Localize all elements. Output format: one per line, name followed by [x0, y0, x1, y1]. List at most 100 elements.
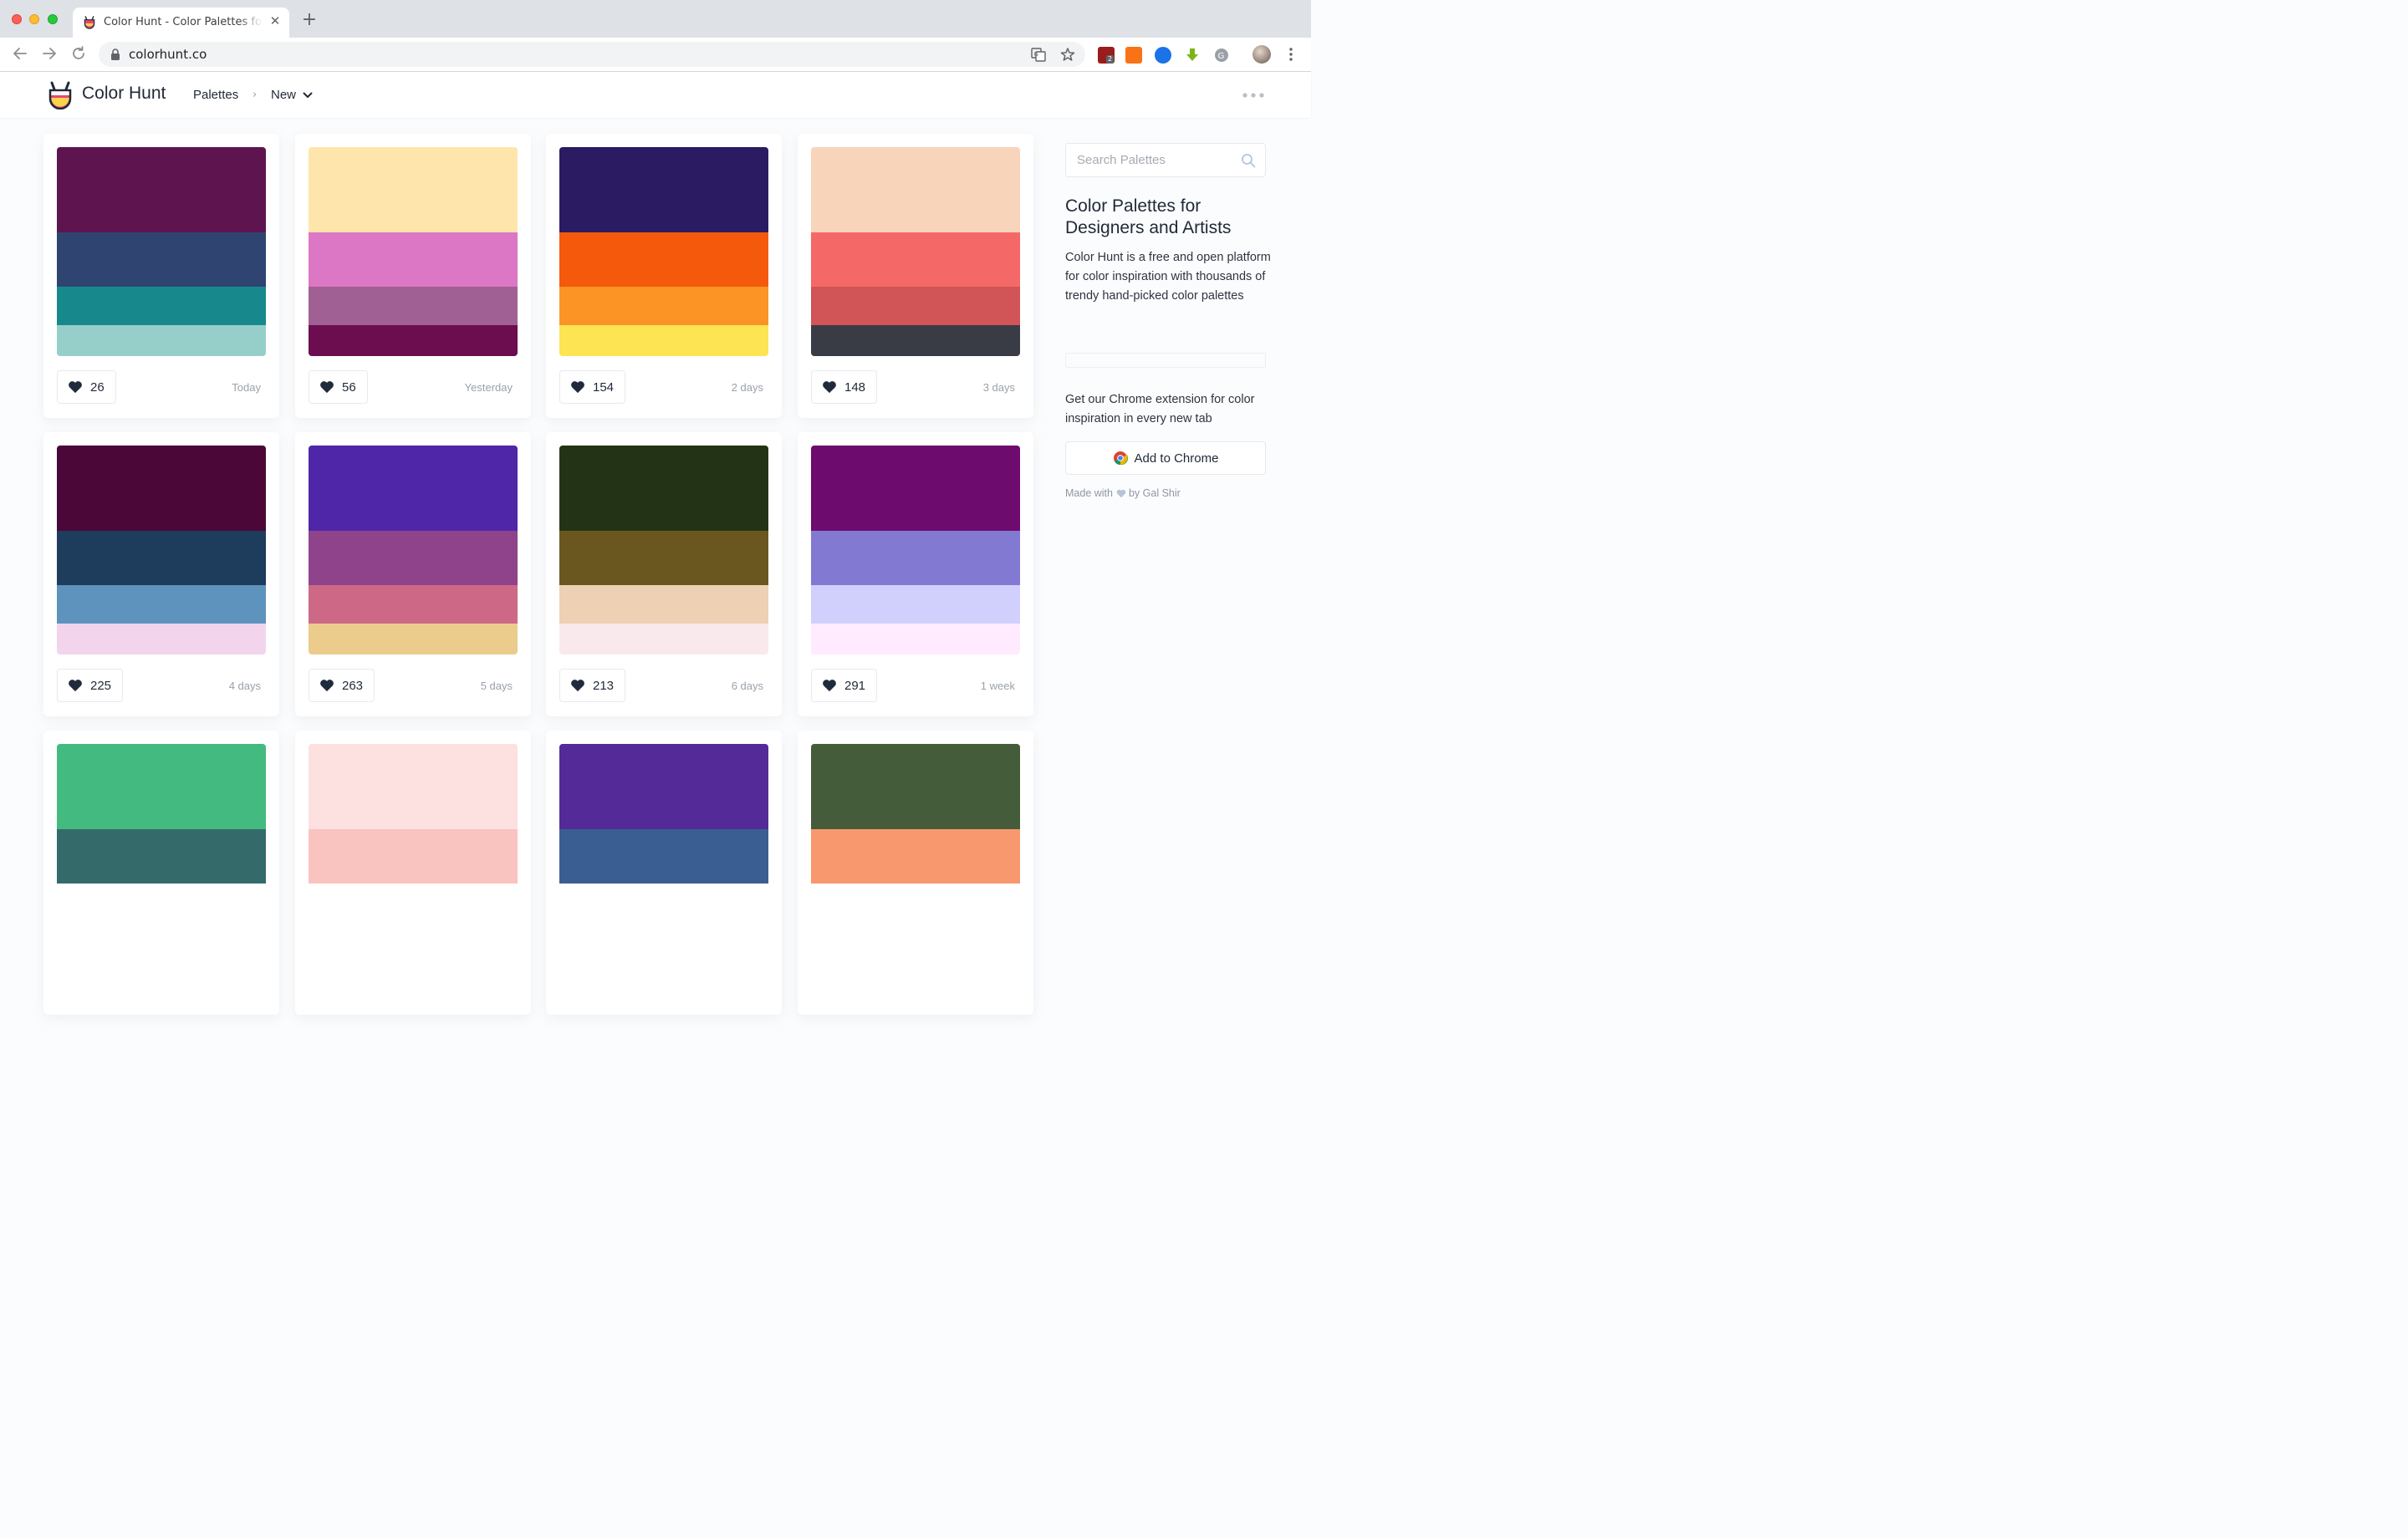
- download-extension-icon[interactable]: [1184, 47, 1201, 64]
- color-swatch[interactable]: [559, 147, 768, 232]
- like-button[interactable]: 291: [811, 669, 878, 702]
- search-icon[interactable]: [1241, 153, 1256, 168]
- chevron-down-icon[interactable]: [303, 92, 313, 99]
- color-swatch[interactable]: [57, 829, 266, 884]
- color-swatch[interactable]: [57, 531, 266, 585]
- colorhunt-logo-icon[interactable]: [47, 81, 74, 109]
- color-swatch[interactable]: [811, 829, 1020, 884]
- color-swatch[interactable]: [57, 446, 266, 531]
- palette-swatches[interactable]: [559, 147, 768, 356]
- color-swatch[interactable]: [811, 147, 1020, 232]
- color-swatch[interactable]: [559, 446, 768, 531]
- more-options-icon[interactable]: [1242, 92, 1265, 99]
- browser-extension-icon[interactable]: [1155, 47, 1171, 64]
- color-swatch[interactable]: [309, 744, 518, 829]
- palette-swatches[interactable]: [559, 744, 768, 953]
- color-swatch[interactable]: [309, 287, 518, 325]
- color-swatch[interactable]: [309, 325, 518, 356]
- window-close-button[interactable]: [12, 14, 22, 24]
- color-swatch[interactable]: [57, 744, 266, 829]
- color-swatch[interactable]: [309, 531, 518, 585]
- color-swatch[interactable]: [309, 232, 518, 287]
- color-swatch[interactable]: [559, 531, 768, 585]
- like-button[interactable]: 148: [811, 370, 878, 404]
- color-swatch[interactable]: [559, 585, 768, 624]
- palette-swatches[interactable]: [309, 147, 518, 356]
- color-swatch[interactable]: [811, 585, 1020, 624]
- palette-card[interactable]: 225 4 days: [43, 432, 279, 716]
- forward-arrow-icon[interactable]: [40, 44, 59, 63]
- color-swatch[interactable]: [811, 531, 1020, 585]
- palette-swatches[interactable]: [57, 147, 266, 356]
- palette-card[interactable]: [546, 731, 782, 1015]
- palette-swatches[interactable]: [309, 744, 518, 953]
- like-button[interactable]: 26: [57, 370, 116, 404]
- color-swatch[interactable]: [309, 446, 518, 531]
- palette-swatches[interactable]: [811, 744, 1020, 953]
- reload-icon[interactable]: [69, 44, 88, 63]
- site-logo-text[interactable]: Color Hunt: [82, 84, 166, 104]
- palette-swatches[interactable]: [811, 446, 1020, 654]
- palette-swatches[interactable]: [811, 147, 1020, 356]
- color-swatch[interactable]: [57, 287, 266, 325]
- color-swatch[interactable]: [57, 232, 266, 287]
- color-swatch[interactable]: [559, 624, 768, 654]
- window-maximize-button[interactable]: [48, 14, 58, 24]
- search-input[interactable]: [1077, 153, 1236, 167]
- bookmark-star-icon[interactable]: [1060, 47, 1075, 62]
- palette-card[interactable]: 56 Yesterday: [295, 134, 531, 418]
- ublock-extension-icon[interactable]: 2: [1098, 47, 1115, 64]
- chrome-menu-icon[interactable]: [1286, 46, 1296, 63]
- color-swatch[interactable]: [811, 624, 1020, 654]
- like-button[interactable]: 263: [309, 669, 375, 702]
- color-swatch[interactable]: [57, 147, 266, 232]
- palette-swatches[interactable]: [57, 446, 266, 654]
- like-button[interactable]: 154: [559, 370, 626, 404]
- color-swatch[interactable]: [309, 147, 518, 232]
- color-swatch[interactable]: [811, 744, 1020, 829]
- palette-swatches[interactable]: [57, 744, 266, 953]
- back-arrow-icon[interactable]: [11, 44, 29, 63]
- color-swatch[interactable]: [309, 585, 518, 624]
- address-bar[interactable]: colorhunt.co G: [99, 42, 1085, 67]
- color-swatch[interactable]: [559, 232, 768, 287]
- palette-card[interactable]: 26 Today: [43, 134, 279, 418]
- color-swatch[interactable]: [811, 232, 1020, 287]
- color-swatch[interactable]: [559, 829, 768, 884]
- grammarly-extension-icon[interactable]: G: [1213, 47, 1230, 64]
- color-swatch[interactable]: [57, 624, 266, 654]
- palette-card[interactable]: [798, 731, 1033, 1015]
- sort-dropdown-new[interactable]: New: [271, 88, 296, 102]
- like-button[interactable]: 56: [309, 370, 368, 404]
- palette-card[interactable]: 154 2 days: [546, 134, 782, 418]
- author-link[interactable]: by Gal Shir: [1129, 487, 1181, 499]
- color-swatch[interactable]: [559, 744, 768, 829]
- tab-close-icon[interactable]: ✕: [268, 14, 282, 28]
- color-swatch[interactable]: [309, 829, 518, 884]
- color-swatch[interactable]: [559, 325, 768, 356]
- palette-card[interactable]: [43, 731, 279, 1015]
- analytics-extension-icon[interactable]: [1125, 47, 1142, 64]
- palette-card[interactable]: 291 1 week: [798, 432, 1033, 716]
- palette-swatches[interactable]: [309, 446, 518, 654]
- like-button[interactable]: 213: [559, 669, 626, 702]
- color-swatch[interactable]: [309, 624, 518, 654]
- color-swatch[interactable]: [811, 446, 1020, 531]
- color-swatch[interactable]: [559, 287, 768, 325]
- palette-card[interactable]: 213 6 days: [546, 432, 782, 716]
- add-to-chrome-button[interactable]: Add to Chrome: [1065, 441, 1266, 475]
- color-swatch[interactable]: [57, 585, 266, 624]
- color-swatch[interactable]: [57, 325, 266, 356]
- palette-card[interactable]: [295, 731, 531, 1015]
- like-button[interactable]: 225: [57, 669, 124, 702]
- browser-tab[interactable]: Color Hunt - Color Palettes for Designer…: [73, 8, 289, 38]
- window-minimize-button[interactable]: [29, 14, 39, 24]
- new-tab-icon[interactable]: +: [301, 11, 318, 29]
- breadcrumb-palettes-link[interactable]: Palettes: [193, 88, 238, 102]
- profile-avatar[interactable]: [1252, 45, 1271, 64]
- palette-card[interactable]: 148 3 days: [798, 134, 1033, 418]
- color-swatch[interactable]: [811, 325, 1020, 356]
- color-swatch[interactable]: [811, 287, 1020, 325]
- palette-swatches[interactable]: [559, 446, 768, 654]
- palette-card[interactable]: 263 5 days: [295, 432, 531, 716]
